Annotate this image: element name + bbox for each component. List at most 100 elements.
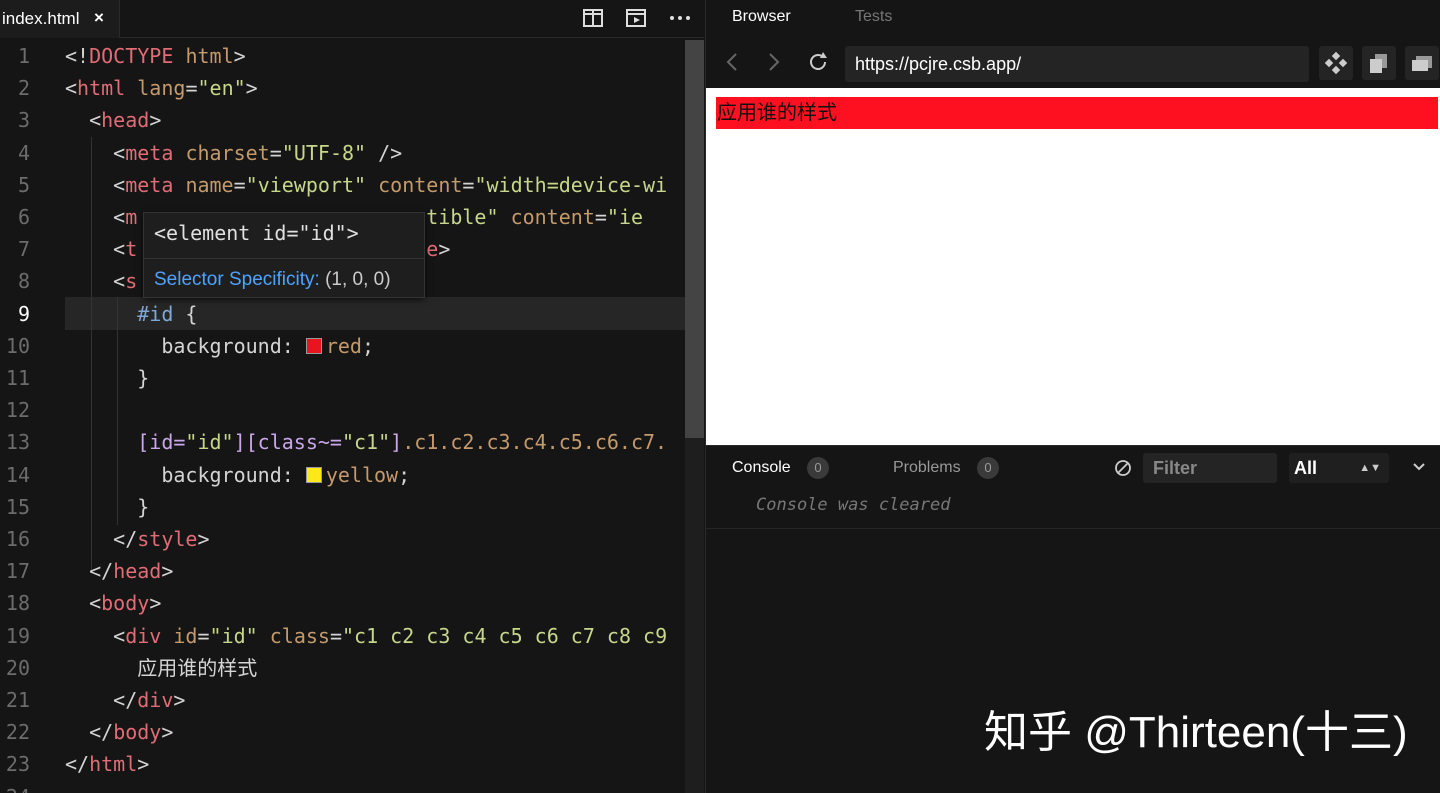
line-number: 14 bbox=[5, 462, 30, 487]
code-line[interactable]: 23 </html> bbox=[0, 748, 704, 780]
code-line[interactable]: 14 background: yellow; bbox=[0, 459, 704, 491]
tooltip-element: <element id="id"> bbox=[154, 221, 359, 245]
console-count-badge: 0 bbox=[807, 457, 829, 479]
line-code: background: red; bbox=[161, 333, 374, 358]
code-line[interactable]: 22 </body> bbox=[0, 716, 704, 748]
tab-tests[interactable]: Tests bbox=[855, 8, 892, 26]
devtools-icon[interactable] bbox=[1319, 46, 1353, 80]
refresh-icon[interactable] bbox=[806, 50, 830, 79]
line-number: 17 bbox=[5, 559, 30, 584]
code-line[interactable]: 4 <meta charset="UTF-8" /> bbox=[0, 137, 704, 169]
line-number: 7 bbox=[17, 237, 30, 262]
line-code: </head> bbox=[89, 559, 174, 584]
tab-problems[interactable]: Problems bbox=[893, 459, 961, 477]
code-line[interactable]: 10 background: red; bbox=[0, 330, 704, 362]
line-number: 22 bbox=[5, 720, 30, 745]
code-line[interactable]: 13 [id="id"][class~="c1"].c1.c2.c3.c4.c5… bbox=[0, 426, 704, 458]
line-code: </div> bbox=[113, 688, 186, 712]
line-number: 10 bbox=[5, 333, 30, 358]
line-number: 8 bbox=[17, 269, 30, 294]
chevron-down-icon[interactable] bbox=[1412, 460, 1426, 479]
tab-console[interactable]: Console bbox=[732, 459, 791, 477]
back-icon[interactable] bbox=[724, 50, 740, 79]
line-number: 4 bbox=[17, 140, 30, 165]
line-code: <meta name="viewport" content="width=dev… bbox=[113, 172, 668, 197]
line-number: 3 bbox=[17, 108, 30, 133]
code-line[interactable]: 21 </div> bbox=[0, 684, 704, 716]
line-number: 15 bbox=[5, 494, 30, 519]
line-number: 12 bbox=[5, 398, 30, 423]
editor-scrollbar-thumb[interactable] bbox=[685, 40, 704, 438]
code-line[interactable]: 20 应用谁的样式 bbox=[0, 652, 704, 684]
address-bar-row: https://pcjre.csb.app/ bbox=[706, 40, 1440, 88]
browser-viewport[interactable]: 应用谁的样式 bbox=[706, 88, 1440, 445]
line-number: 9 bbox=[17, 301, 30, 326]
line-code: } bbox=[137, 494, 150, 519]
file-tab-title: index.html bbox=[2, 9, 80, 28]
line-number: 6 bbox=[17, 205, 30, 229]
line-code: <!DOCTYPE html> bbox=[65, 44, 246, 68]
code-line[interactable]: 18 <body> bbox=[0, 587, 704, 619]
tooltip-specificity: Selector Specificity: (1, 0, 0) bbox=[154, 269, 391, 291]
line-code: 应用谁的样式 bbox=[137, 655, 258, 680]
file-tab[interactable]: index.html × bbox=[0, 0, 120, 38]
browser-tabs: Browser Tests bbox=[706, 0, 1440, 36]
line-number: 2 bbox=[17, 76, 30, 101]
line-code: </style> bbox=[113, 527, 210, 551]
line-number: 21 bbox=[5, 688, 30, 712]
line-number: 16 bbox=[5, 527, 30, 551]
line-number: 20 bbox=[5, 655, 30, 680]
code-line[interactable]: 19 <div id="id" class="c1 c2 c3 c4 c5 c6… bbox=[0, 620, 704, 652]
line-number: 19 bbox=[5, 623, 30, 648]
code-line[interactable]: 24 bbox=[0, 781, 704, 793]
watermark: 知乎 @Thirteen(十三) bbox=[984, 708, 1408, 757]
line-code: <head> bbox=[89, 108, 162, 133]
line-code: <body> bbox=[89, 591, 162, 616]
editor-tab-bar: index.html × bbox=[0, 0, 704, 38]
clear-console-icon[interactable] bbox=[1114, 459, 1132, 482]
code-lines[interactable]: 1 <!DOCTYPE html> 2 <html lang="en"> 3 <head… bbox=[0, 40, 704, 793]
open-new-window-icon[interactable] bbox=[1362, 46, 1396, 80]
line-code: </body> bbox=[89, 720, 174, 745]
log-level-select[interactable]: All ▲▼ bbox=[1289, 453, 1389, 483]
code-line[interactable]: 12 bbox=[0, 394, 704, 426]
line-number: 11 bbox=[5, 366, 30, 390]
browser-panel: Browser Tests https://pcjre.csb.app/ 应用谁… bbox=[705, 0, 1440, 445]
line-number: 23 bbox=[5, 752, 30, 777]
preview-icon[interactable] bbox=[624, 6, 648, 30]
code-line[interactable]: 3 <head> bbox=[0, 104, 704, 136]
line-code: <s bbox=[113, 269, 138, 294]
specificity-value: (1, 0, 0) bbox=[319, 269, 391, 290]
code-line[interactable]: 2 <html lang="en"> bbox=[0, 72, 704, 104]
specificity-label: Selector Specificity: bbox=[154, 269, 320, 290]
code-line[interactable]: 5 <meta name="viewport" content="width=d… bbox=[0, 169, 704, 201]
console-panel: Console 0 Problems 0 Filter All ▲▼ Consol… bbox=[705, 445, 1440, 793]
forward-icon[interactable] bbox=[766, 50, 782, 79]
code-line[interactable]: 16 </style> bbox=[0, 523, 704, 555]
console-filter-input[interactable]: Filter bbox=[1143, 453, 1277, 483]
line-code: <meta charset="UTF-8" /> bbox=[113, 140, 403, 165]
code-line[interactable]: 15 } bbox=[0, 491, 704, 523]
line-number: 13 bbox=[5, 430, 30, 455]
line-code: </html> bbox=[65, 752, 150, 777]
tooltip-divider bbox=[144, 258, 424, 259]
rendered-div: 应用谁的样式 bbox=[716, 97, 1438, 129]
code-line[interactable]: 9 #id { bbox=[0, 298, 704, 330]
console-divider bbox=[706, 528, 1440, 529]
code-line[interactable]: 1 <!DOCTYPE html> bbox=[0, 40, 704, 72]
line-number: 24 bbox=[0, 781, 30, 793]
line-code: } bbox=[137, 366, 150, 390]
tab-browser[interactable]: Browser bbox=[732, 8, 791, 26]
code-line[interactable]: 17 </head> bbox=[0, 555, 704, 587]
split-editor-icon[interactable] bbox=[581, 6, 605, 30]
code-line[interactable]: 11 } bbox=[0, 362, 704, 394]
url-input[interactable]: https://pcjre.csb.app/ bbox=[845, 46, 1309, 82]
select-arrows-icon: ▲▼ bbox=[1359, 462, 1381, 474]
line-number: 5 bbox=[17, 172, 30, 197]
line-number: 1 bbox=[17, 44, 30, 68]
more-icon[interactable] bbox=[668, 6, 692, 30]
close-tab-icon[interactable]: × bbox=[94, 8, 104, 28]
windows-icon[interactable] bbox=[1405, 46, 1439, 80]
code-editor[interactable]: index.html × 1 <!DOCTYPE html> 2 <html lang… bbox=[0, 0, 704, 793]
line-number: 18 bbox=[5, 591, 30, 616]
